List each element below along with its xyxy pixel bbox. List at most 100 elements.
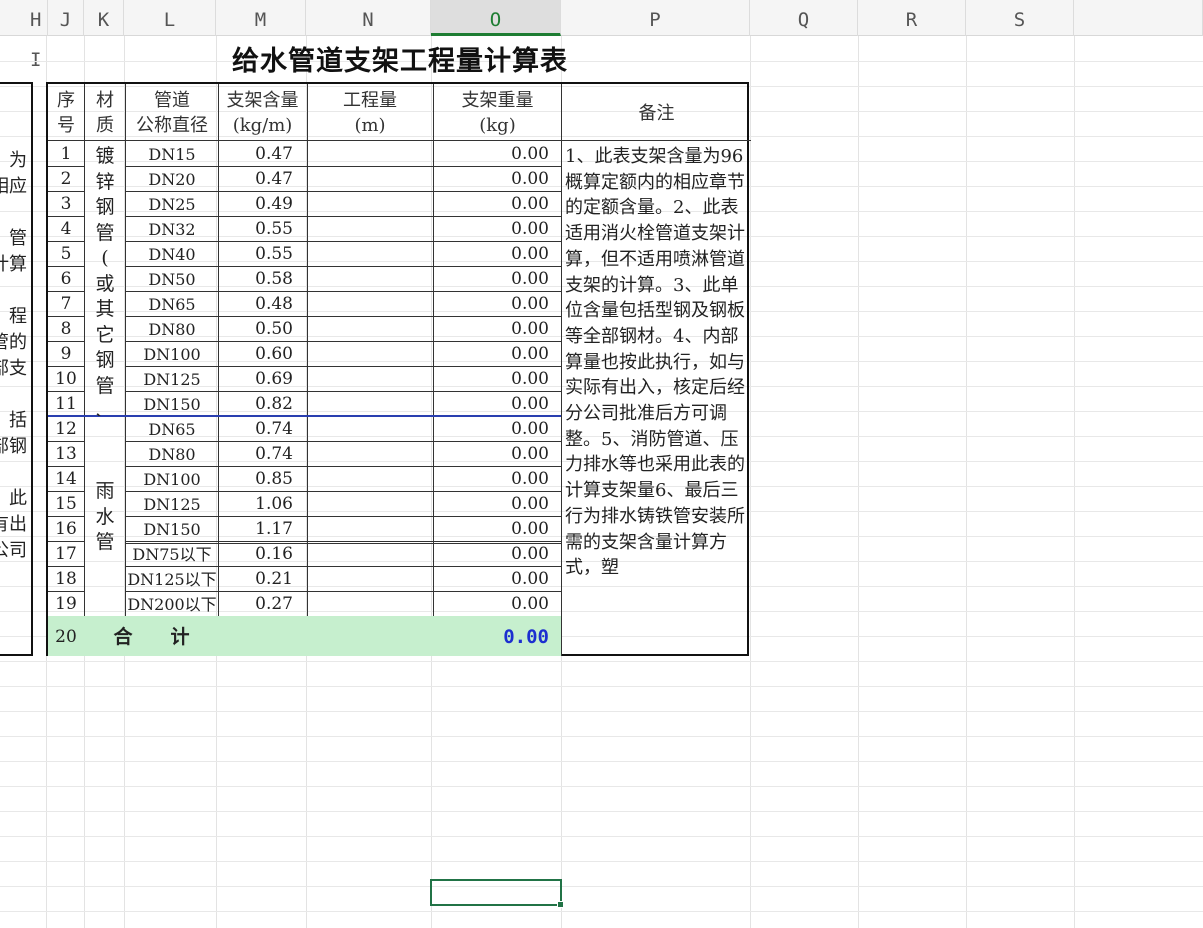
column-header-9[interactable]: R	[858, 0, 966, 36]
row-quantity[interactable]	[307, 416, 433, 441]
row-support-content[interactable]: 0.74	[218, 416, 307, 441]
row-seq[interactable]: 17	[48, 541, 84, 566]
row-quantity[interactable]	[307, 541, 433, 566]
column-header-1[interactable]: J	[48, 0, 84, 36]
column-header-5[interactable]: N	[306, 0, 431, 36]
row-quantity[interactable]	[307, 316, 433, 341]
column-header-0[interactable]: H I	[0, 0, 48, 71]
row-diameter[interactable]: DN20	[126, 166, 218, 191]
row-weight[interactable]: 0.00	[433, 241, 561, 266]
header-weight[interactable]: 支架重量 (kg)	[433, 88, 562, 138]
row-support-content[interactable]: 0.49	[218, 191, 307, 216]
row-diameter[interactable]: DN50	[126, 266, 218, 291]
row-quantity[interactable]	[307, 291, 433, 316]
row-diameter[interactable]: DN150	[126, 391, 218, 416]
row-diameter[interactable]: DN25	[126, 191, 218, 216]
row-seq[interactable]: 9	[48, 341, 84, 366]
row-support-content[interactable]: 0.16	[218, 541, 307, 566]
row-seq[interactable]: 19	[48, 591, 84, 616]
row-seq[interactable]: 11	[48, 391, 84, 416]
row-quantity[interactable]	[307, 241, 433, 266]
row-seq[interactable]: 15	[48, 491, 84, 516]
material-group-rainwater[interactable]: 雨水管	[85, 479, 125, 559]
row-seq[interactable]: 4	[48, 216, 84, 241]
row-quantity[interactable]	[307, 441, 433, 466]
row-quantity[interactable]	[307, 341, 433, 366]
row-seq[interactable]: 12	[48, 416, 84, 441]
row-weight[interactable]: 0.00	[433, 166, 561, 191]
column-header-4[interactable]: M	[216, 0, 306, 36]
column-header-11[interactable]	[1074, 0, 1203, 36]
row-diameter[interactable]: DN125以下	[126, 566, 218, 591]
row-weight[interactable]: 0.00	[433, 341, 561, 366]
header-material[interactable]: 材 质	[85, 88, 125, 138]
row-diameter[interactable]: DN100	[126, 341, 218, 366]
row-quantity[interactable]	[307, 516, 433, 541]
total-label[interactable]: 合 计	[85, 616, 218, 656]
row-weight[interactable]: 0.00	[433, 141, 561, 166]
row-diameter[interactable]: DN150	[126, 516, 218, 541]
row-support-content[interactable]: 0.50	[218, 316, 307, 341]
row-diameter[interactable]: DN40	[126, 241, 218, 266]
row-support-content[interactable]: 0.27	[218, 591, 307, 616]
row-weight[interactable]: 0.00	[433, 441, 561, 466]
row-weight[interactable]: 0.00	[433, 191, 561, 216]
total-weight-value[interactable]: 0.00	[433, 616, 561, 656]
column-header-10[interactable]: S	[966, 0, 1074, 36]
row-quantity[interactable]	[307, 491, 433, 516]
row-weight[interactable]: 0.00	[433, 316, 561, 341]
header-quantity[interactable]: 工程量 (m)	[307, 88, 433, 138]
row-quantity[interactable]	[307, 466, 433, 491]
row-quantity[interactable]	[307, 191, 433, 216]
row-diameter[interactable]: DN125	[126, 491, 218, 516]
row-seq[interactable]: 5	[48, 241, 84, 266]
row-weight[interactable]: 0.00	[433, 516, 561, 541]
fill-handle[interactable]	[557, 901, 564, 908]
row-support-content[interactable]: 0.60	[218, 341, 307, 366]
row-seq[interactable]: 2	[48, 166, 84, 191]
row-support-content[interactable]: 0.69	[218, 366, 307, 391]
row-seq[interactable]: 3	[48, 191, 84, 216]
row-support-content[interactable]: 0.82	[218, 391, 307, 416]
row-diameter[interactable]: DN15	[126, 141, 218, 166]
row-diameter[interactable]: DN100	[126, 466, 218, 491]
header-seq[interactable]: 序 号	[48, 88, 84, 138]
row-support-content[interactable]: 0.21	[218, 566, 307, 591]
row-seq[interactable]: 16	[48, 516, 84, 541]
row-support-content[interactable]: 0.58	[218, 266, 307, 291]
material-group-galvanized[interactable]: 镀锌钢管(或其它钢管、	[85, 144, 125, 416]
row-quantity[interactable]	[307, 591, 433, 616]
row-seq[interactable]: 8	[48, 316, 84, 341]
row-quantity[interactable]	[307, 566, 433, 591]
row-support-content[interactable]: 0.48	[218, 291, 307, 316]
row-seq[interactable]: 1	[48, 141, 84, 166]
row-support-content[interactable]: 0.55	[218, 241, 307, 266]
active-cell-selection[interactable]	[430, 879, 562, 906]
row-quantity[interactable]	[307, 391, 433, 416]
row-quantity[interactable]	[307, 141, 433, 166]
row-weight[interactable]: 0.00	[433, 566, 561, 591]
row-diameter[interactable]: DN65	[126, 291, 218, 316]
row-weight[interactable]: 0.00	[433, 366, 561, 391]
header-remark[interactable]: 备注	[562, 101, 751, 126]
row-diameter[interactable]: DN80	[126, 316, 218, 341]
total-seq[interactable]: 20	[48, 616, 84, 656]
column-header-2[interactable]: K	[84, 0, 124, 36]
row-weight[interactable]: 0.00	[433, 391, 561, 416]
remarks-text[interactable]: 1、此表支架含量为96概算定额内的相应章节的定额含量。2、此表适用消火栓管道支架…	[563, 142, 751, 658]
row-quantity[interactable]	[307, 216, 433, 241]
row-weight[interactable]: 0.00	[433, 416, 561, 441]
row-quantity[interactable]	[307, 266, 433, 291]
header-diameter[interactable]: 管道 公称直径	[126, 88, 218, 138]
row-diameter[interactable]: DN200以下	[126, 591, 218, 616]
row-support-content[interactable]: 0.74	[218, 441, 307, 466]
column-header-7[interactable]: P	[561, 0, 750, 36]
row-weight[interactable]: 0.00	[433, 291, 561, 316]
header-support[interactable]: 支架含量 (kg/m)	[218, 88, 307, 138]
sheet-title[interactable]: 给水管道支架工程量计算表	[216, 40, 584, 80]
row-seq[interactable]: 18	[48, 566, 84, 591]
row-support-content[interactable]: 1.17	[218, 516, 307, 541]
row-weight[interactable]: 0.00	[433, 466, 561, 491]
row-diameter[interactable]: DN125	[126, 366, 218, 391]
row-diameter[interactable]: DN65	[126, 416, 218, 441]
